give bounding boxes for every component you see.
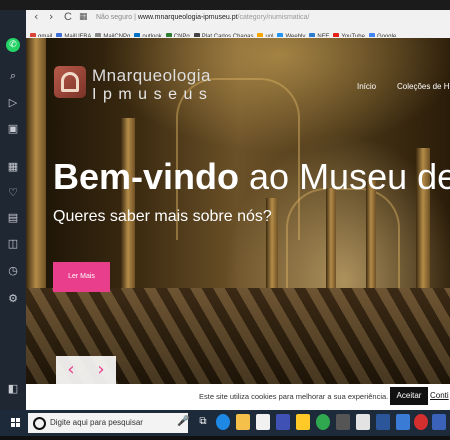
accept-cookies-button[interactable]: Aceitar: [390, 387, 428, 405]
bookmark-item[interactable]: MailUFBA: [56, 31, 91, 37]
bookmark-item[interactable]: NFE: [309, 31, 329, 37]
bookmark-favicon-icon: [257, 33, 264, 37]
bookmark-item[interactable]: Weebly: [277, 31, 305, 37]
search-placeholder: Digite aqui para pesquisar: [50, 418, 143, 427]
opera-icon[interactable]: [414, 414, 428, 430]
bookmark-favicon-icon: [95, 33, 102, 37]
bookmark-favicon-icon: [309, 33, 316, 37]
bookmark-label: Plat Carlos Chagas: [201, 34, 254, 37]
bookmark-label: NFE: [317, 34, 330, 37]
search-icon[interactable]: ⌕: [7, 70, 19, 82]
bookmark-item[interactable]: outlook: [134, 31, 162, 37]
back-button[interactable]: ‹: [34, 10, 38, 24]
bookmark-label: Weebly: [285, 34, 306, 37]
bookmark-item[interactable]: CNPq: [165, 31, 190, 37]
calculator-icon[interactable]: [336, 414, 350, 430]
word-2-icon[interactable]: [396, 414, 410, 430]
continue-link[interactable]: Conti: [430, 391, 449, 400]
windows-taskbar: Digite aqui para pesquisar 🎤 ⧉: [0, 410, 450, 436]
sidebar-toggle-icon[interactable]: ◧: [7, 383, 19, 395]
bookmark-favicon-icon: [134, 33, 141, 37]
edge-icon[interactable]: [216, 414, 230, 430]
carousel-next-button[interactable]: ›: [86, 356, 116, 384]
whatsapp-icon[interactable]: ✆: [6, 38, 20, 52]
store-icon[interactable]: [256, 414, 270, 430]
bookmark-favicon-icon: [333, 33, 340, 37]
bookmark-item[interactable]: Google: [368, 31, 397, 37]
read-more-button[interactable]: Ler Mais: [53, 262, 110, 292]
cookie-banner: Este site utiliza cookies para melhorar …: [26, 384, 450, 410]
bookmarks-bar: gmail MailUFBA MailCNPq outlook CNPq Plat Car…: [26, 25, 450, 37]
chat-icon[interactable]: ◫: [7, 238, 19, 250]
headline-bold: Bem-vindo: [53, 156, 240, 197]
headline-rest: ao Museu de Arque: [249, 156, 450, 197]
logo-text-top[interactable]: Mnarqueologia: [92, 66, 211, 86]
bookmark-item[interactable]: gmail: [30, 31, 52, 37]
apps-icon[interactable]: ▦: [7, 161, 19, 173]
carousel-prev-button[interactable]: ‹: [56, 356, 86, 384]
bookmark-label: MailUFBA: [64, 34, 92, 37]
word-icon[interactable]: [376, 414, 390, 430]
bookmark-item[interactable]: YouTube: [333, 31, 365, 37]
history-icon[interactable]: ◷: [7, 265, 19, 277]
taskbar-search-box[interactable]: Digite aqui para pesquisar 🎤: [28, 413, 189, 433]
forward-button[interactable]: ›: [49, 10, 53, 24]
bookmark-label: Google: [376, 34, 397, 37]
speed-dial-button[interactable]: ▦: [79, 10, 88, 24]
bookmark-item[interactable]: Plat Carlos Chagas: [193, 31, 254, 37]
bookmark-item[interactable]: uol: [257, 31, 273, 37]
security-label: Não seguro: [96, 14, 133, 21]
bookmark-favicon-icon: [193, 33, 200, 37]
bookmark-item[interactable]: MailCNPq: [95, 31, 130, 37]
file-explorer-icon[interactable]: [236, 414, 250, 430]
cortana-icon: [33, 417, 46, 430]
opera-2-icon[interactable]: [432, 414, 446, 430]
bottom-bezel: [0, 436, 450, 440]
cookie-message: Este site utiliza cookies para melhorar …: [199, 392, 389, 401]
bookmark-label: MailCNPq: [103, 34, 131, 37]
bookmark-favicon-icon: [56, 33, 63, 37]
site-logo-icon[interactable]: [54, 66, 86, 98]
logo-text-bottom[interactable]: Ipmuseus: [92, 86, 213, 104]
gallery-column: [26, 38, 46, 298]
browser-toolbar: ‹ › C ▦ Não seguro | www.mnarqueologia-i…: [26, 10, 450, 39]
bookmark-label: gmail: [38, 34, 53, 37]
url-host: www.mnarqueologia-ipmuseu.pt: [137, 14, 238, 21]
address-bar[interactable]: Não seguro | www.mnarqueologia-ipmuseu.p…: [96, 12, 448, 23]
send-icon[interactable]: ▷: [7, 97, 19, 109]
bookmark-label: outlook: [142, 34, 162, 37]
gallery-arch: [286, 188, 400, 300]
hero-banner: Mnarqueologia Ipmuseus Início Coleções d…: [26, 38, 450, 384]
hero-subheading: Queres saber mais sobre nós?: [53, 208, 272, 225]
settings-icon[interactable]: ⚙: [7, 293, 19, 305]
bookmark-favicon-icon: [277, 33, 284, 37]
camera-icon[interactable]: ▣: [7, 123, 19, 135]
task-view-icon[interactable]: ⧉: [196, 414, 210, 430]
heart-icon[interactable]: ♡: [7, 187, 19, 199]
bookmark-label: uol: [265, 34, 274, 37]
browser-sidebar: ✆ ⌕ ▷ ▣ ▦ ♡ ▤ ◫ ◷ ⚙ ◧: [0, 10, 26, 412]
windows-start-icon[interactable]: [11, 418, 21, 428]
hero-headline: Bem-vindo ao Museu de Arque: [53, 156, 450, 198]
nav-link-inicio[interactable]: Início: [357, 82, 376, 91]
bookmark-favicon-icon: [30, 33, 36, 37]
mail-icon[interactable]: [356, 414, 370, 430]
bookmark-label: YouTube: [341, 34, 365, 37]
url-path: /category/numismatica/: [237, 14, 310, 21]
bookmark-label: CNPq: [173, 34, 190, 37]
folder-icon[interactable]: [296, 414, 310, 430]
media-icon[interactable]: [276, 414, 290, 430]
bookmark-favicon-icon: [368, 33, 375, 37]
news-icon[interactable]: ▤: [7, 212, 19, 224]
reload-button[interactable]: C: [64, 10, 72, 24]
chrome-icon[interactable]: [316, 414, 330, 430]
nav-link-colecoes[interactable]: Coleções de His: [397, 82, 450, 91]
bookmark-favicon-icon: [165, 33, 172, 37]
microphone-icon[interactable]: 🎤: [177, 416, 189, 427]
top-bezel: [0, 0, 450, 10]
